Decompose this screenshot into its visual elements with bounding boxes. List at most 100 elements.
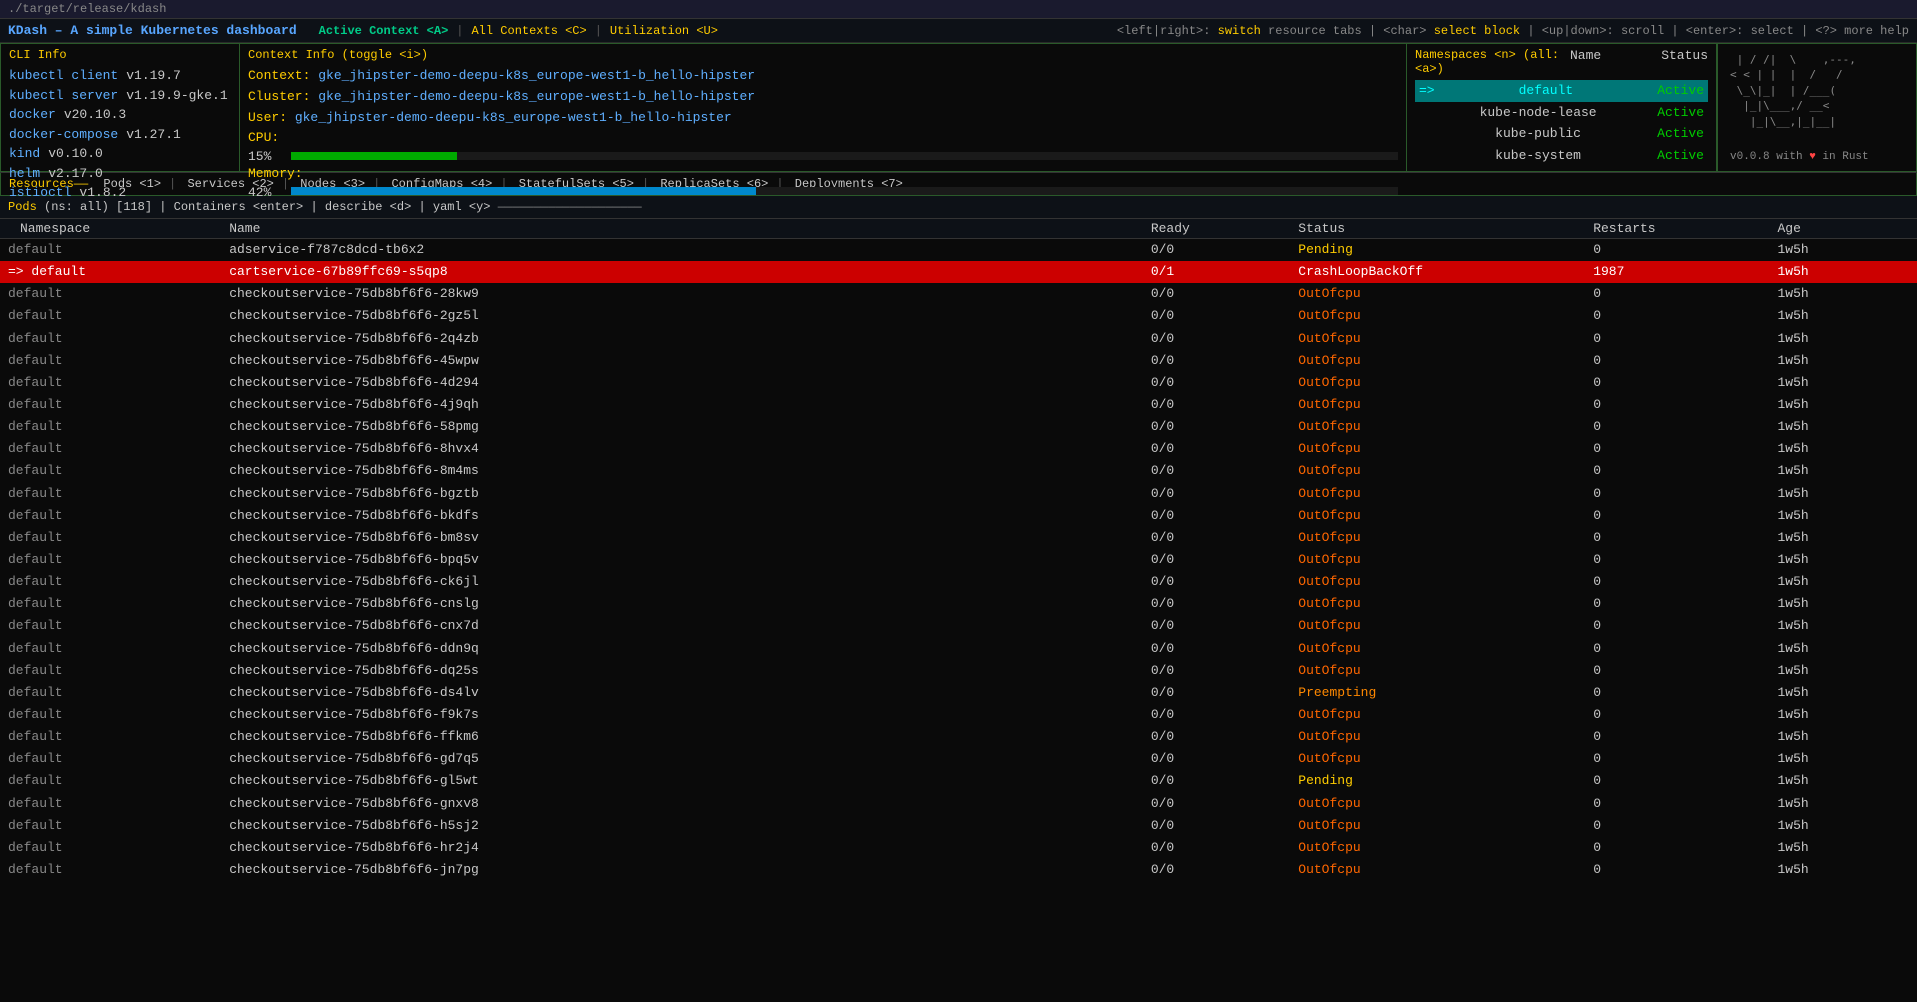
cli-val: v1.19.9-gke.1 xyxy=(126,86,227,106)
cell-age: 1w5h xyxy=(1770,770,1917,792)
cli-val: v1.8.2 xyxy=(79,183,126,203)
table-row[interactable]: default checkoutservice-75db8bf6f6-ck6jl… xyxy=(0,571,1917,593)
table-row[interactable]: default checkoutservice-75db8bf6f6-4j9qh… xyxy=(0,394,1917,416)
cell-ready: 0/1 xyxy=(1143,261,1290,283)
cell-restarts: 0 xyxy=(1585,283,1769,305)
cell-age: 1w5h xyxy=(1770,328,1917,350)
cell-restarts: 0 xyxy=(1585,527,1769,549)
ns-status: Active xyxy=(1657,81,1704,101)
table-row[interactable]: default checkoutservice-75db8bf6f6-ddn9q… xyxy=(0,638,1917,660)
table-row[interactable]: default checkoutservice-75db8bf6f6-gd7q5… xyxy=(0,748,1917,770)
cell-restarts: 0 xyxy=(1585,704,1769,726)
nav-all-contexts[interactable]: All Contexts <C> xyxy=(471,24,586,38)
cell-name: checkoutservice-75db8bf6f6-2gz5l xyxy=(221,305,1143,327)
cell-ready: 0/0 xyxy=(1143,283,1290,305)
table-row[interactable]: default checkoutservice-75db8bf6f6-f9k7s… xyxy=(0,704,1917,726)
table-row[interactable]: default checkoutservice-75db8bf6f6-bgztb… xyxy=(0,483,1917,505)
cell-ready: 0/0 xyxy=(1143,660,1290,682)
cell-restarts: 0 xyxy=(1585,748,1769,770)
cell-age: 1w5h xyxy=(1770,505,1917,527)
table-row[interactable]: default checkoutservice-75db8bf6f6-hr2j4… xyxy=(0,837,1917,859)
table-row[interactable]: default checkoutservice-75db8bf6f6-2q4zb… xyxy=(0,328,1917,350)
cell-name: checkoutservice-75db8bf6f6-4j9qh xyxy=(221,394,1143,416)
cell-status: OutOfcpu xyxy=(1290,571,1585,593)
context-panel-title: Context Info (toggle <i>) xyxy=(248,48,1398,62)
cell-ns-text: default xyxy=(8,530,63,545)
table-row[interactable]: default checkoutservice-75db8bf6f6-gl5wt… xyxy=(0,770,1917,792)
cell-namespace: default xyxy=(0,815,221,837)
table-row[interactable]: default checkoutservice-75db8bf6f6-cnx7d… xyxy=(0,615,1917,637)
cell-ready: 0/0 xyxy=(1143,549,1290,571)
cell-name: checkoutservice-75db8bf6f6-h5sj2 xyxy=(221,815,1143,837)
table-row[interactable]: default checkoutservice-75db8bf6f6-ds4lv… xyxy=(0,682,1917,704)
cell-age: 1w5h xyxy=(1770,527,1917,549)
cell-ns-text: default xyxy=(8,397,63,412)
cell-namespace: default xyxy=(0,283,221,305)
cell-age: 1w5h xyxy=(1770,793,1917,815)
table-row[interactable]: default adservice-f787c8dcd-tb6x2 0/0 Pe… xyxy=(0,239,1917,262)
ns-row[interactable]: kube-node-leaseActive xyxy=(1415,102,1708,124)
table-row[interactable]: default checkoutservice-75db8bf6f6-bpq5v… xyxy=(0,549,1917,571)
cell-namespace: default xyxy=(0,593,221,615)
cpu-progress-row: 15% xyxy=(248,149,1398,164)
cell-name: checkoutservice-75db8bf6f6-cnx7d xyxy=(221,615,1143,637)
ctx-context-val: gke_jhipster-demo-deepu-k8s_europe-west1… xyxy=(318,68,755,83)
cell-ns-text: default xyxy=(8,596,63,611)
cli-panel: CLI Info kubectl clientv1.19.7kubectl se… xyxy=(0,43,240,172)
cell-status: OutOfcpu xyxy=(1290,549,1585,571)
table-row[interactable]: default checkoutservice-75db8bf6f6-h5sj2… xyxy=(0,815,1917,837)
cell-namespace: default xyxy=(0,660,221,682)
cell-status: OutOfcpu xyxy=(1290,815,1585,837)
table-row[interactable]: default checkoutservice-75db8bf6f6-ffkm6… xyxy=(0,726,1917,748)
table-row[interactable]: default checkoutservice-75db8bf6f6-8hvx4… xyxy=(0,438,1917,460)
cell-age: 1w5h xyxy=(1770,704,1917,726)
ns-row[interactable]: kube-publicActive xyxy=(1415,123,1708,145)
cpu-pct: 15% xyxy=(248,149,283,164)
cell-ns-text: default xyxy=(8,486,63,501)
table-row[interactable]: default checkoutservice-75db8bf6f6-dq25s… xyxy=(0,660,1917,682)
cell-name: checkoutservice-75db8bf6f6-8hvx4 xyxy=(221,438,1143,460)
mem-pct: 42% xyxy=(248,185,283,200)
cell-ns-text: default xyxy=(8,751,63,766)
nav-active-context[interactable]: Active Context <A> xyxy=(319,24,449,38)
cell-ready: 0/0 xyxy=(1143,460,1290,482)
ns-row[interactable]: kube-systemActive xyxy=(1415,145,1708,167)
table-row[interactable]: default checkoutservice-75db8bf6f6-bkdfs… xyxy=(0,505,1917,527)
table-row[interactable]: default checkoutservice-75db8bf6f6-28kw9… xyxy=(0,283,1917,305)
cell-namespace: default xyxy=(0,438,221,460)
cell-ready: 0/0 xyxy=(1143,438,1290,460)
cell-name: checkoutservice-75db8bf6f6-45wpw xyxy=(221,350,1143,372)
table-row[interactable]: default checkoutservice-75db8bf6f6-2gz5l… xyxy=(0,305,1917,327)
table-row[interactable]: default checkoutservice-75db8bf6f6-4d294… xyxy=(0,372,1917,394)
cell-ready: 0/0 xyxy=(1143,239,1290,262)
nav-utilization[interactable]: Utilization <U> xyxy=(610,24,718,38)
table-row[interactable]: default checkoutservice-75db8bf6f6-cnslg… xyxy=(0,593,1917,615)
ctx-user-row: User: gke_jhipster-demo-deepu-k8s_europe… xyxy=(248,108,1398,129)
cell-namespace: default xyxy=(0,239,221,262)
cell-ns-text: default xyxy=(31,264,86,279)
cell-ns-text: default xyxy=(8,618,63,633)
cell-name: checkoutservice-75db8bf6f6-dq25s xyxy=(221,660,1143,682)
table-row[interactable]: default checkoutservice-75db8bf6f6-58pmg… xyxy=(0,416,1917,438)
cell-ns-text: default xyxy=(8,796,63,811)
ctx-user-val: gke_jhipster-demo-deepu-k8s_europe-west1… xyxy=(295,110,732,125)
cell-ready: 0/0 xyxy=(1143,793,1290,815)
table-row[interactable]: default checkoutservice-75db8bf6f6-bm8sv… xyxy=(0,527,1917,549)
ns-row[interactable]: => defaultActive xyxy=(1415,80,1708,102)
cell-ready: 0/0 xyxy=(1143,416,1290,438)
table-row[interactable]: default checkoutservice-75db8bf6f6-gnxv8… xyxy=(0,793,1917,815)
col-header-name: Name xyxy=(221,219,1143,239)
cpu-progress-container xyxy=(291,152,1398,160)
cell-restarts: 0 xyxy=(1585,660,1769,682)
ns-col-name: Name xyxy=(1570,48,1601,80)
cell-restarts: 0 xyxy=(1585,571,1769,593)
table-row[interactable]: default checkoutservice-75db8bf6f6-jn7pg… xyxy=(0,859,1917,881)
cell-ns-text: default xyxy=(8,685,63,700)
table-row[interactable]: => default cartservice-67b89ffc69-s5qp8 … xyxy=(0,261,1917,283)
cell-name: checkoutservice-75db8bf6f6-ddn9q xyxy=(221,638,1143,660)
cell-age: 1w5h xyxy=(1770,638,1917,660)
table-row[interactable]: default checkoutservice-75db8bf6f6-45wpw… xyxy=(0,350,1917,372)
table-row[interactable]: default checkoutservice-75db8bf6f6-8m4ms… xyxy=(0,460,1917,482)
pods-divider: ———————————————————— xyxy=(498,200,642,214)
ns-status: Active xyxy=(1657,146,1704,166)
